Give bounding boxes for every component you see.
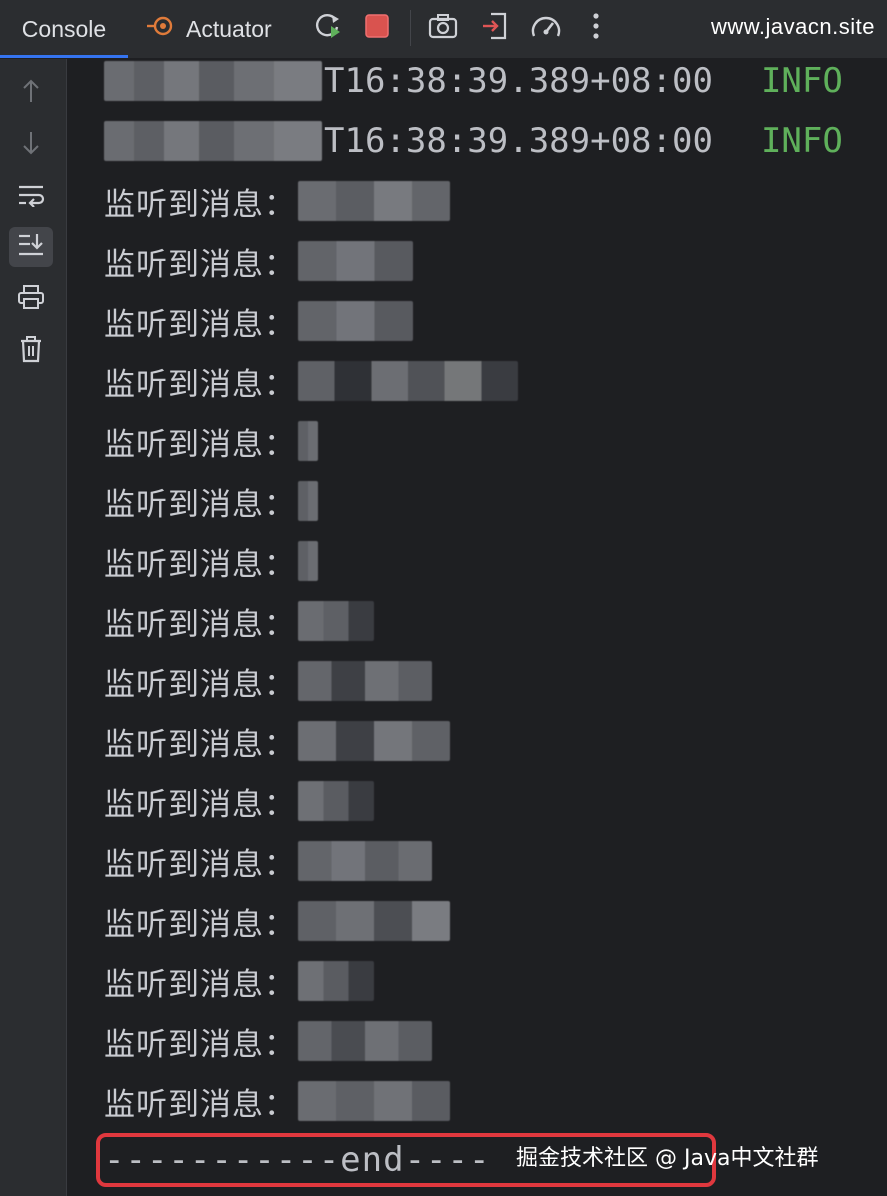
log-message-line: 监听到消息：	[104, 171, 450, 231]
log-message-line: 监听到消息：	[104, 891, 450, 951]
scroll-to-end-button[interactable]	[9, 227, 53, 267]
stop-icon	[364, 13, 390, 43]
redacted-message	[298, 901, 450, 941]
more-button[interactable]	[578, 10, 614, 46]
redacted-message	[298, 601, 374, 641]
tab-actuator[interactable]: Actuator	[146, 0, 272, 58]
clear-button[interactable]	[9, 331, 53, 371]
console-gutter	[0, 59, 67, 1196]
console-output[interactable]: T16:38:39.389+08:00 INFO T16:38:39.389+0…	[104, 58, 887, 1196]
more-icon	[591, 12, 601, 44]
redacted-message	[298, 721, 450, 761]
redacted-message	[298, 1021, 432, 1061]
redacted-message	[298, 541, 318, 581]
dashboard-icon	[530, 12, 562, 44]
stop-button[interactable]	[359, 10, 395, 46]
message-label: 监听到消息：	[104, 306, 296, 343]
redacted-message	[298, 481, 318, 521]
log-level: INFO	[760, 121, 843, 161]
log-message-line: 监听到消息：	[104, 231, 413, 291]
down-arrow-icon	[21, 130, 41, 160]
up-arrow-icon	[21, 78, 41, 108]
redacted-message	[298, 361, 518, 401]
log-message-line: 监听到消息：	[104, 651, 432, 711]
dashboard-button[interactable]	[528, 10, 564, 46]
message-label: 监听到消息：	[104, 846, 296, 883]
message-label: 监听到消息：	[104, 726, 296, 763]
scroll-to-end-icon	[17, 232, 45, 262]
redacted-message	[298, 961, 374, 1001]
log-message-line: 监听到消息：	[104, 531, 318, 591]
rerun-icon	[313, 11, 343, 45]
log-message-line: 监听到消息：	[104, 711, 450, 771]
scroll-down-button[interactable]	[9, 125, 53, 165]
redacted-message	[298, 661, 432, 701]
message-label: 监听到消息：	[104, 426, 296, 463]
log-message-line: 监听到消息：	[104, 471, 318, 531]
message-label: 监听到消息：	[104, 1026, 296, 1063]
redacted-message	[298, 781, 374, 821]
redacted-date	[104, 61, 322, 101]
redacted-message	[298, 301, 413, 341]
log-message-line: 监听到消息：	[104, 1071, 450, 1131]
log-message-line: 监听到消息：	[104, 831, 432, 891]
print-icon	[17, 284, 45, 314]
log-message-line: 监听到消息：	[104, 351, 518, 411]
scroll-up-button[interactable]	[9, 73, 53, 113]
message-label: 监听到消息：	[104, 486, 296, 523]
log-header-line: T16:38:39.389+08:00 INFO	[104, 51, 843, 111]
export-button[interactable]	[477, 10, 513, 46]
soft-wrap-button[interactable]	[9, 177, 53, 217]
message-label: 监听到消息：	[104, 606, 296, 643]
log-message-line: 监听到消息：	[104, 591, 374, 651]
juejin-watermark: 掘金技术社区 @ Java中文社群	[516, 1146, 819, 1171]
message-label: 监听到消息：	[104, 906, 296, 943]
soft-wrap-icon	[17, 183, 45, 211]
message-label: 监听到消息：	[104, 546, 296, 583]
message-label: 监听到消息：	[104, 666, 296, 703]
log-message-line: 监听到消息：	[104, 1011, 432, 1071]
tab-console-label: Console	[21, 15, 107, 42]
redacted-date	[104, 121, 322, 161]
message-label: 监听到消息：	[104, 786, 296, 823]
redacted-message	[298, 841, 432, 881]
redacted-message	[298, 181, 450, 221]
export-icon	[481, 11, 509, 45]
actuator-icon	[146, 14, 176, 44]
print-button[interactable]	[9, 279, 53, 319]
rerun-button[interactable]	[310, 10, 346, 46]
log-timestamp: T16:38:39.389+08:00	[324, 61, 713, 101]
tab-actuator-label: Actuator	[186, 15, 272, 42]
message-label: 监听到消息：	[104, 966, 296, 1003]
log-message-line: 监听到消息：	[104, 291, 413, 351]
redacted-message	[298, 241, 413, 281]
log-message-line: 监听到消息：	[104, 771, 374, 831]
message-label: 监听到消息：	[104, 186, 296, 223]
tab-console[interactable]: Console	[0, 0, 128, 58]
screenshot-icon	[428, 13, 458, 43]
log-message-line: 监听到消息：	[104, 411, 318, 471]
trash-icon	[19, 335, 43, 367]
message-label: 监听到消息：	[104, 366, 296, 403]
redacted-message	[298, 421, 318, 461]
log-level: INFO	[760, 61, 843, 101]
toolbar-separator	[410, 10, 411, 46]
log-timestamp: T16:38:39.389+08:00	[324, 121, 713, 161]
screenshot-button[interactable]	[425, 10, 461, 46]
redacted-message	[298, 1081, 450, 1121]
site-watermark: www.javacn.site	[710, 14, 875, 39]
log-message-line: 监听到消息：	[104, 951, 374, 1011]
message-label: 监听到消息：	[104, 246, 296, 283]
log-header-line: T16:38:39.389+08:00 INFO	[104, 111, 843, 171]
message-label: 监听到消息：	[104, 1086, 296, 1123]
